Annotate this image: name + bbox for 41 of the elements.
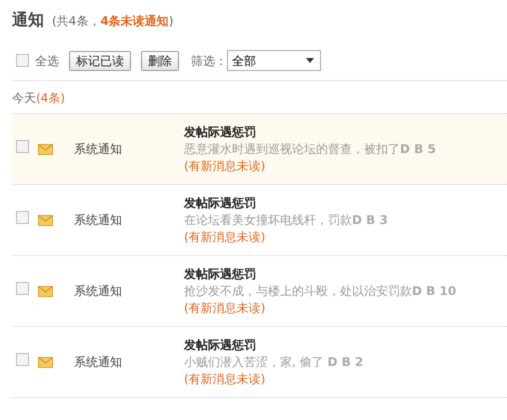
notice-body: 小贼们潜入苦涩，家, 偷了 D B 2: [184, 354, 364, 370]
dropdown-arrow-icon: [306, 58, 314, 63]
row-checkbox[interactable]: [16, 282, 29, 295]
notice-body: 恶意灌水时遇到巡视论坛的督查，被扣了D B 5: [184, 140, 436, 158]
notice-row[interactable]: 系统通知 发帖际遇惩罚 在论坛看美女撞坏电线杆，罚款D B 3 (有新消息未读): [12, 185, 507, 256]
notice-title[interactable]: 发帖际遇惩罚: [184, 124, 256, 140]
envelope-icon: [38, 286, 53, 298]
row-checkbox[interactable]: [16, 211, 29, 224]
filter-label: 筛选：: [191, 52, 227, 70]
unread-status: (有新消息未读): [184, 228, 266, 246]
sender-text: 系统通知: [74, 284, 122, 298]
select-all-checkbox[interactable]: [16, 54, 29, 67]
envelope-icon: [38, 357, 53, 368]
row-checkbox[interactable]: [16, 140, 29, 153]
summary-text: ): [168, 13, 174, 30]
toolbar-button[interactable]: 删除: [141, 50, 179, 70]
filter-dropdown[interactable]: 全部: [227, 50, 321, 71]
notice-row[interactable]: 系统通知 发帖际遇惩罚 恶意灌水时遇到巡视论坛的督查，被扣了D B 5 (有新消息未读): [12, 114, 507, 185]
notice-row[interactable]: 系统通知 发帖际遇惩罚 抢沙发不成，与楼上的斗殴，处以治安罚款D B 10 (有新消息未读): [12, 256, 507, 327]
unread-status: (有新消息未读): [184, 370, 266, 388]
unread-count: 4条未读通知: [100, 13, 169, 30]
row-checkbox[interactable]: [16, 353, 29, 366]
notice-body: 在论坛看美女撞坏电线杆，罚款D B 3: [184, 212, 388, 228]
unread-status: (有新消息未读): [184, 158, 266, 174]
notice-title[interactable]: 发帖际遇惩罚: [184, 336, 256, 354]
unread-status: (有新消息未读): [184, 300, 266, 316]
envelope-icon: [38, 144, 53, 156]
group-label: 今天: [12, 90, 36, 107]
notice-title[interactable]: 发帖际遇惩罚: [184, 266, 256, 282]
summary-text: (共4条，: [52, 13, 100, 30]
sender-text: 系统通知: [74, 355, 122, 369]
envelope-icon: [38, 215, 53, 226]
group-count: (4条): [36, 90, 65, 107]
notice-row[interactable]: 系统通知 发帖际遇惩罚 小贼们潜入苦涩，家, 偷了 D B 2 (有新消息未读): [12, 327, 507, 398]
notice-title[interactable]: 发帖际遇惩罚: [184, 194, 256, 212]
select-all-label[interactable]: 全选: [35, 52, 59, 70]
toolbar-button[interactable]: 标记已读: [69, 50, 131, 70]
sender-text: 系统通知: [74, 213, 122, 227]
sender-text: 系统通知: [74, 142, 122, 156]
page-title: 通知: [12, 9, 44, 31]
notice-body: 抢沙发不成，与楼上的斗殴，处以治安罚款D B 10: [184, 282, 456, 300]
